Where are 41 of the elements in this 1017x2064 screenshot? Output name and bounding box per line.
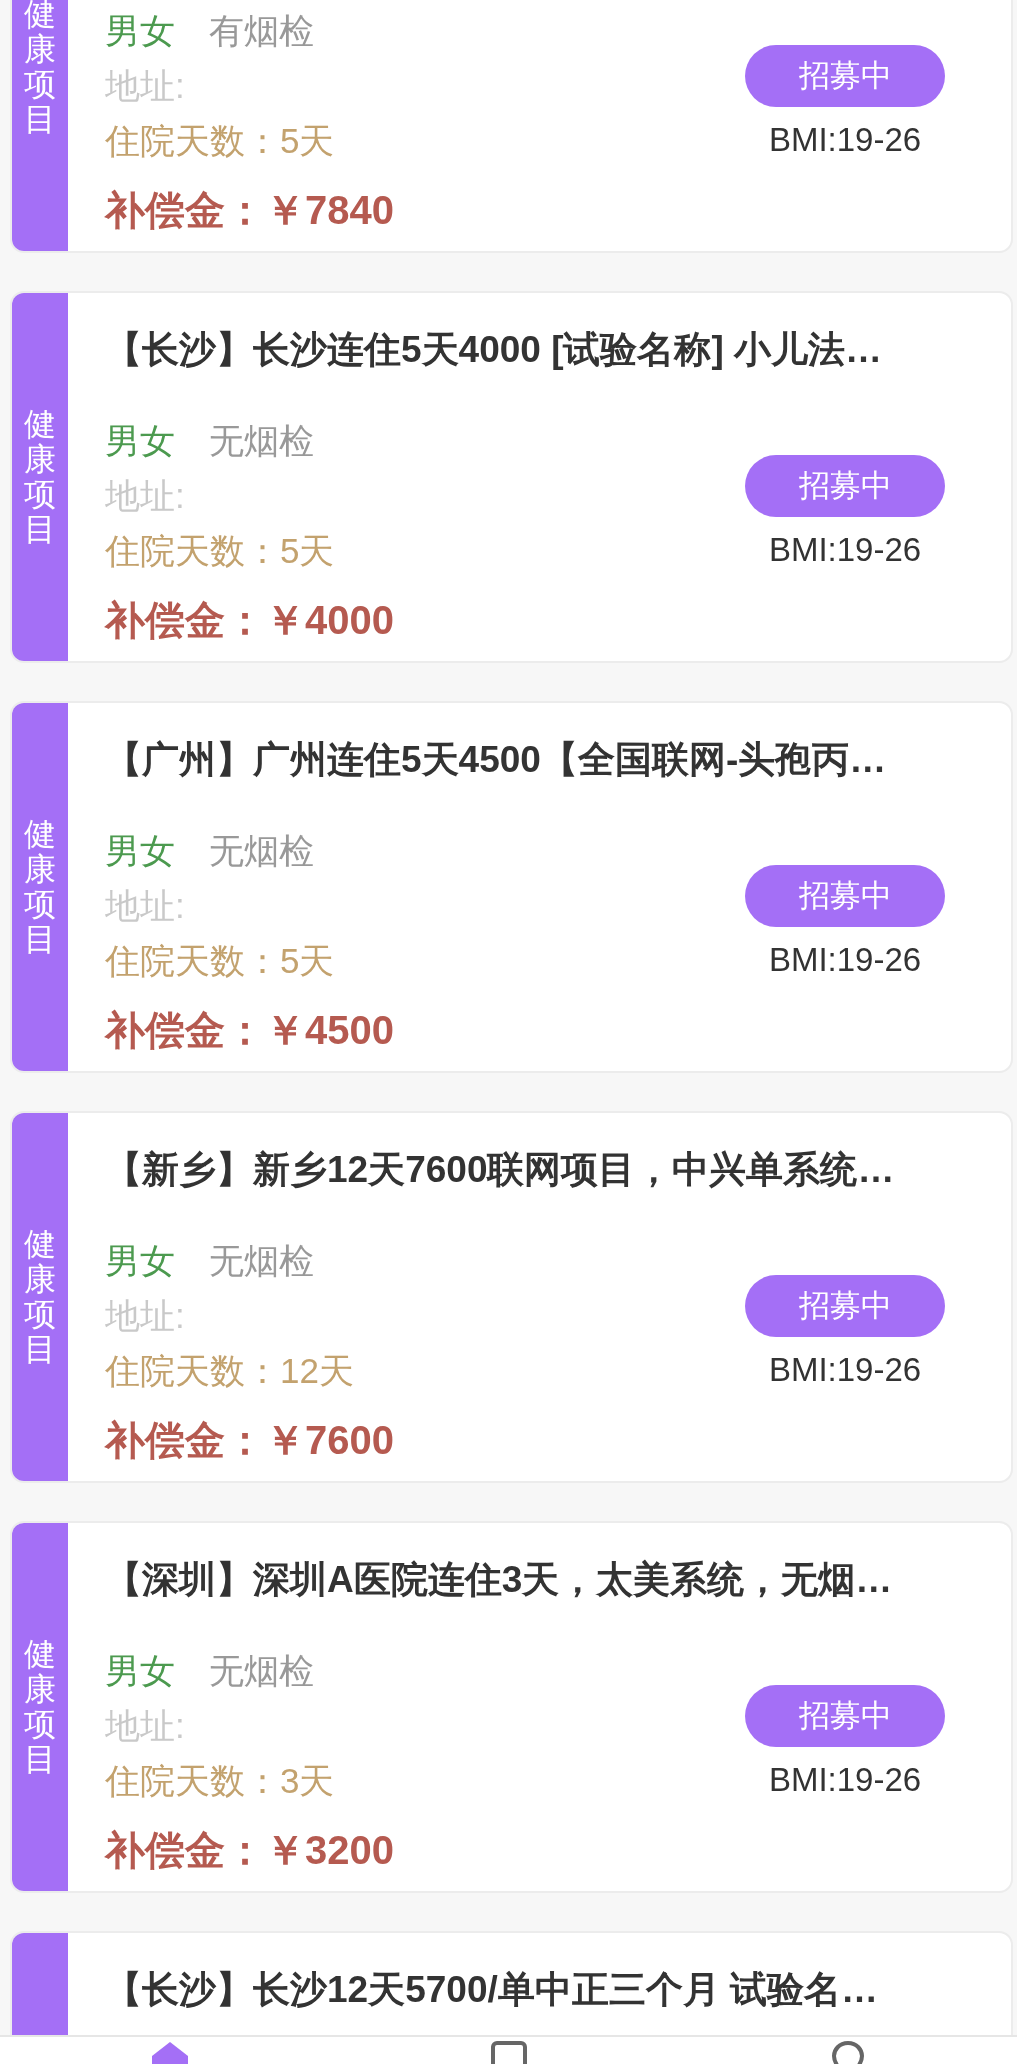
status-badge: 招募中 [745,865,945,927]
category-label: 健康项目 [24,0,56,138]
stay-days: 住院天数：5天 [105,523,715,578]
gender-label: 男女 [105,420,175,462]
status-badge: 招募中 [745,455,945,517]
smoke-check-label: 无烟检 [209,1240,314,1282]
smoke-check-label: 有烟检 [209,10,314,52]
project-title: 【深圳】深圳A医院连住3天，太美系统，无烟… [105,1558,894,1602]
gender-label: 男女 [105,1650,175,1692]
smoke-check-label: 无烟检 [209,830,314,872]
bmi-range: BMI:19-26 [768,941,922,979]
bmi-range: BMI:19-26 [768,1351,922,1389]
compensation-amount: 补偿金：￥7600 [105,1417,395,1464]
category-label: 健康项目 [24,1636,56,1778]
project-title: 【广州】广州连住5天4500【全国联网-头孢丙… [105,738,888,782]
smoke-check-label: 无烟检 [209,1650,314,1692]
smoke-check-label: 无烟检 [209,420,314,462]
project-title: 【新乡】新乡12天7600联网项目，中兴单系统… [105,1148,896,1192]
stay-days: 住院天数：5天 [105,933,715,988]
stay-days: 住院天数：5天 [105,113,715,168]
compensation-amount: 补偿金：￥4000 [105,597,395,644]
project-card[interactable]: 【长沙】长沙12天5700/单中正三个月 试验名… [10,1931,1013,2035]
gender-label: 男女 [105,10,175,52]
bmi-range: BMI:19-26 [768,121,922,159]
bmi-range: BMI:19-26 [768,531,922,569]
bmi-range: BMI:19-26 [768,1761,922,1799]
project-title: 【长沙】长沙12天5700/单中正三个月 试验名… [105,1968,880,2012]
status-badge: 招募中 [745,1275,945,1337]
status-badge: 招募中 [745,45,945,107]
compensation-amount: 补偿金：￥7840 [105,187,395,234]
gender-label: 男女 [105,830,175,872]
compensation-amount: 补偿金：￥4500 [105,1007,395,1054]
stay-days: 住院天数：12天 [105,1343,715,1398]
stay-days: 住院天数：3天 [105,1753,715,1808]
compensation-amount: 补偿金：￥3200 [105,1827,395,1874]
project-title: 【长沙】长沙连住5天4000 [试验名称] 小儿法… [105,328,884,372]
category-label: 健康项目 [24,406,56,548]
gender-label: 男女 [105,1240,175,1282]
status-badge: 招募中 [745,1685,945,1747]
category-label: 健康项目 [24,1226,56,1368]
category-label: 健康项目 [24,816,56,958]
